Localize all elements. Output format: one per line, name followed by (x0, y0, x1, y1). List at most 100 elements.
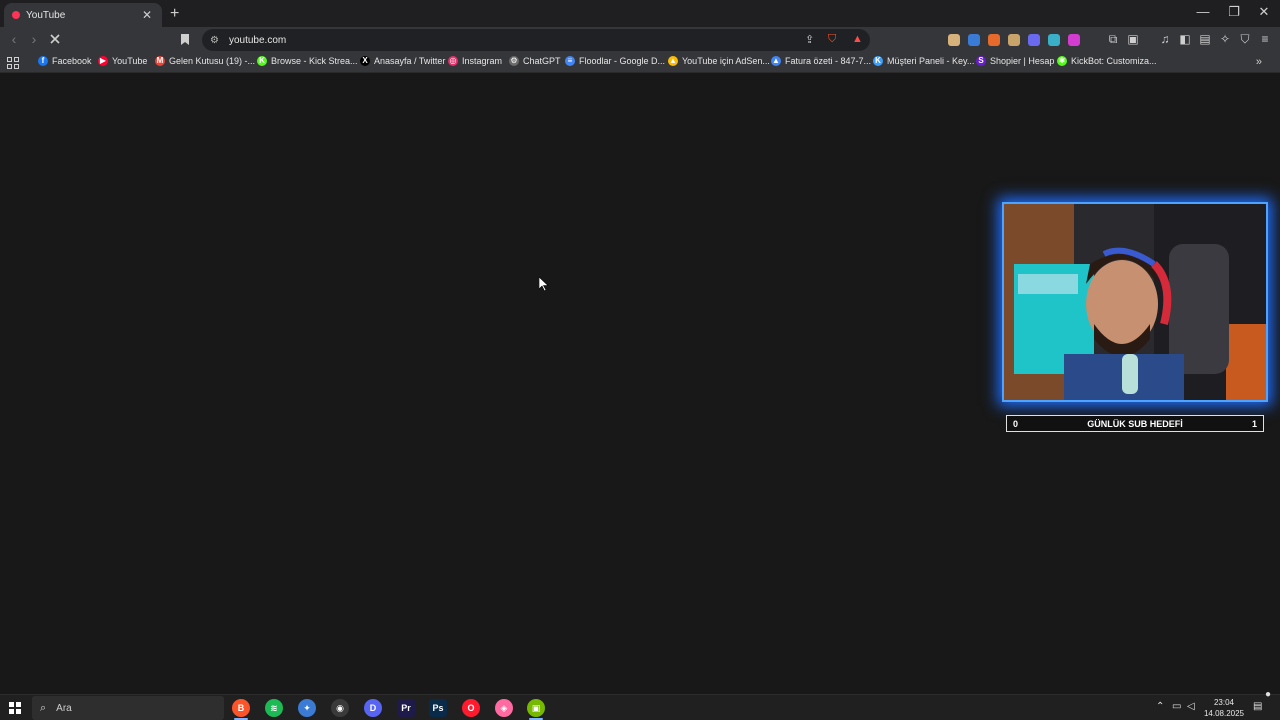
screenshot-icon[interactable]: ▣ (1125, 32, 1141, 46)
tab-close-icon[interactable]: ✕ (140, 8, 154, 22)
extension-4-icon[interactable] (1008, 34, 1020, 46)
sub-goal-bar: 0 GÜNLÜK SUB HEDEFİ 1 (1006, 415, 1264, 432)
taskbar-search[interactable]: ⌕ Ara (32, 696, 224, 720)
bookmark-item[interactable]: M Gelen Kutusu (19) -... (155, 56, 255, 66)
bookmark-item[interactable]: ◎ Instagram (448, 56, 502, 66)
bookmark-label: Facebook (52, 56, 92, 66)
bookmark-label: YouTube için AdSen... (682, 56, 770, 66)
brave-shield-icon[interactable]: ⛉ (828, 33, 836, 46)
bookmark-item[interactable]: ▲ YouTube için AdSen... (668, 56, 770, 66)
bookmarks-bar: f Facebook ▶ YouTube M Gelen Kutusu (19) -...… (0, 53, 1280, 73)
share-icon[interactable]: ⇪ (805, 33, 814, 46)
sub-goal-target: 1 (1251, 418, 1257, 429)
taskbar-clock[interactable]: 23:04 14.08.2025 (1200, 697, 1248, 719)
bookmark-label: Floodlar - Google D... (579, 56, 666, 66)
webcam-feed-image (1004, 204, 1266, 400)
bookmark-favicon-icon: ✱ (1057, 56, 1067, 66)
leo-ai-icon[interactable]: ✧ (1217, 32, 1233, 46)
taskbar-app-spotify-icon[interactable]: ≋ (265, 699, 283, 717)
bookmark-item[interactable]: ≡ Floodlar - Google D... (565, 56, 665, 66)
bookmark-favicon-icon: X (360, 56, 370, 66)
extension-2-icon[interactable] (968, 34, 980, 46)
windows-taskbar: ⌕ Ara B ≋ ✦ ◉ D Pr Ps O ◈ ▣ ⌃ ▭ ◁ 23:04 14.08.202… (0, 689, 1280, 720)
bookmark-item[interactable]: f Facebook (38, 56, 92, 66)
brave-rewards-icon[interactable]: ▲ (852, 33, 863, 45)
extension-7-icon[interactable] (1068, 34, 1080, 46)
bookmark-favicon-icon: ▲ (668, 56, 678, 66)
webcam-overlay (1002, 202, 1268, 402)
tab-strip: YouTube ✕ + — ❐ ✕ (0, 0, 1280, 27)
media-controls-icon[interactable]: ♫ (1157, 32, 1173, 46)
taskbar-app-premiere-icon[interactable]: Pr (397, 699, 415, 717)
taskbar-app-obs-icon[interactable]: ◉ (331, 699, 349, 717)
bookmark-favicon-icon: ◎ (448, 56, 458, 66)
bookmark-label: Anasayfa / Twitter (374, 56, 446, 66)
mouse-cursor-icon (539, 277, 549, 291)
stop-loading-icon[interactable] (48, 32, 62, 46)
address-bar[interactable]: ⚙ (202, 29, 870, 51)
wallet-icon[interactable]: ▤ (1197, 32, 1213, 46)
extension-1-icon[interactable] (948, 34, 960, 46)
bookmark-favicon-icon: K (873, 56, 883, 66)
bookmark-label: ChatGPT (523, 56, 561, 66)
volume-icon[interactable]: ◁ (1187, 701, 1195, 712)
bookmark-item[interactable]: X Anasayfa / Twitter (360, 56, 445, 66)
bookmark-item[interactable]: S Shopier | Hesap (976, 56, 1054, 66)
site-settings-icon[interactable]: ⚙ (210, 35, 219, 46)
bookmark-label: Gelen Kutusu (19) -... (169, 56, 256, 66)
bookmark-item[interactable]: ▲ Fatura özeti - 847-7... (771, 56, 871, 66)
notifications-icon[interactable]: ▤ (1253, 701, 1262, 712)
close-window-button[interactable]: ✕ (1249, 4, 1279, 20)
bookmark-icon[interactable] (180, 33, 190, 46)
bookmark-favicon-icon: ▶ (98, 56, 108, 66)
bookmark-label: Shopier | Hesap (990, 56, 1055, 66)
taskbar-app-nvidia-icon[interactable]: ▣ (527, 699, 545, 717)
restore-button[interactable]: ❐ (1219, 4, 1249, 20)
bookmark-item[interactable]: K Müşteri Paneli - Key... (873, 56, 974, 66)
extensions-puzzle-icon[interactable]: ⧉ (1105, 32, 1121, 47)
bookmarks-overflow-icon[interactable]: » (1256, 56, 1262, 68)
bookmark-item[interactable]: K Browse - Kick Strea... (257, 56, 358, 66)
forward-button[interactable]: › (25, 31, 43, 47)
new-tab-button[interactable]: + (170, 5, 179, 23)
url-input[interactable] (228, 34, 789, 46)
bookmark-favicon-icon: K (257, 56, 267, 66)
bookmark-label: Browse - Kick Strea... (271, 56, 358, 66)
bookmark-label: Müşteri Paneli - Key... (887, 56, 975, 66)
tab-youtube[interactable]: YouTube ✕ (4, 3, 162, 27)
youtube-favicon-icon (12, 11, 20, 19)
taskbar-app-discord-icon[interactable]: D (364, 699, 382, 717)
bookmark-favicon-icon: S (976, 56, 986, 66)
extension-6-icon[interactable] (1048, 34, 1060, 46)
browser-toolbar: ‹ › ⚙ ⇪ ⛉ ▲ ⧉ ▣ ♫ ◧ ▤ ✧ ⛉ ≡ (0, 27, 1280, 53)
bookmark-item[interactable]: ✱ KickBot: Customiza... (1057, 56, 1157, 66)
bookmark-favicon-icon: f (38, 56, 48, 66)
network-icon[interactable]: ▭ (1172, 701, 1181, 712)
taskbar-app-app-gradient-icon[interactable]: ◈ (495, 699, 513, 717)
search-icon: ⌕ (40, 701, 47, 714)
extension-5-icon[interactable] (1028, 34, 1040, 46)
taskbar-app-photoshop-icon[interactable]: Ps (429, 699, 447, 717)
bookmark-favicon-icon: ▲ (771, 56, 781, 66)
bookmark-item[interactable]: ▶ YouTube (98, 56, 147, 66)
bookmark-label: Instagram (462, 56, 503, 66)
minimize-button[interactable]: — (1188, 4, 1218, 19)
tab-title: YouTube (26, 9, 66, 21)
sidebar-icon[interactable]: ◧ (1177, 32, 1193, 46)
tray-overflow-icon[interactable]: ⌃ (1156, 701, 1164, 712)
extension-3-icon[interactable] (988, 34, 1000, 46)
start-button[interactable] (9, 702, 21, 714)
sub-goal-title: GÜNLÜK SUB HEDEFİ (1087, 418, 1183, 429)
taskbar-app-brave-icon[interactable]: B (232, 699, 250, 717)
search-label: Ara (56, 702, 72, 714)
bookmark-item[interactable]: ⚙ ChatGPT (509, 56, 561, 66)
vpn-icon[interactable]: ⛉ (1237, 32, 1253, 47)
taskbar-app-app-blue-icon[interactable]: ✦ (298, 699, 316, 717)
taskbar-app-opera-icon[interactable]: O (462, 699, 480, 717)
bookmark-favicon-icon: ≡ (565, 56, 575, 66)
clock-date: 14.08.2025 (1203, 709, 1245, 718)
sub-goal-current: 0 (1013, 418, 1019, 429)
back-button[interactable]: ‹ (5, 31, 23, 47)
menu-icon[interactable]: ≡ (1257, 32, 1273, 46)
apps-grid-icon[interactable] (7, 57, 19, 69)
